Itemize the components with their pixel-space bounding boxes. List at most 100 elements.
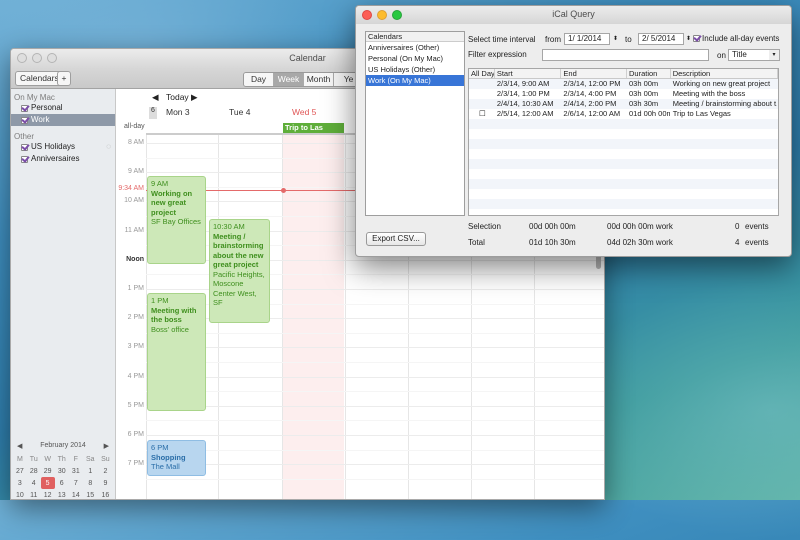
include-allday-checkbox[interactable] (693, 35, 700, 42)
checkbox-icon[interactable] (21, 155, 28, 163)
table-row[interactable] (469, 139, 778, 149)
mini-day[interactable]: 11 (27, 489, 41, 499)
mini-day[interactable]: 3 (13, 477, 27, 489)
mini-day[interactable]: 4 (27, 477, 41, 489)
day-header-mon[interactable]: Mon 3 (166, 107, 190, 119)
view-week-button[interactable]: Week (274, 73, 304, 86)
prev-week-button[interactable]: ◀ (152, 92, 159, 103)
column-header[interactable]: Description (671, 69, 778, 78)
mini-day[interactable]: 30 (55, 465, 69, 477)
close-button[interactable] (17, 53, 27, 63)
half-hour-line (146, 391, 604, 393)
event-working-new-project[interactable]: 9 AM Working on new great project SF Bay… (147, 176, 206, 264)
filter-input[interactable] (542, 49, 709, 61)
mini-day[interactable]: 15 (83, 489, 98, 499)
table-cell (561, 119, 627, 129)
column-header[interactable]: Duration (627, 69, 671, 78)
table-row[interactable] (469, 179, 778, 189)
list-item[interactable]: Anniversaires (Other) (366, 42, 464, 53)
today-button[interactable]: Today (166, 92, 189, 102)
hour-line (146, 376, 604, 378)
table-row[interactable]: 2/4/14, 10:30 AM 2/4/14, 2:00 PM 03h 30m Me… (469, 99, 778, 109)
zoom-button[interactable] (47, 53, 57, 63)
day-header-wed[interactable]: Wed 5 (292, 107, 316, 119)
mini-day[interactable]: 31 (69, 465, 83, 477)
calendar-sidebar: On My Mac Personal Work Other US Holiday… (11, 89, 116, 499)
mini-day[interactable]: 5 (40, 477, 55, 489)
list-item[interactable]: Work (On My Mac) (366, 75, 464, 86)
table-row[interactable] (469, 129, 778, 139)
event-shopping[interactable]: 6 PM Shopping The Mall (147, 440, 206, 476)
table-row[interactable]: 2/3/14, 9:00 AM 2/3/14, 12:00 PM 03h 00m Wo… (469, 79, 778, 89)
event-meeting-boss[interactable]: 1 PM Meeting with the boss Boss' office (147, 293, 206, 411)
chevron-left-icon[interactable]: ◀ (17, 442, 22, 453)
sidebar-item-personal[interactable]: Personal (11, 102, 115, 114)
sidebar-item-label: Work (31, 115, 50, 124)
mini-day[interactable]: 8 (83, 477, 98, 489)
table-row[interactable] (469, 149, 778, 159)
on-select[interactable]: Title ▾ (728, 49, 780, 61)
chevron-right-icon[interactable]: ▶ (104, 442, 109, 453)
mini-day[interactable]: 6 (55, 477, 69, 489)
table-cell (469, 119, 495, 129)
minimize-button[interactable] (32, 53, 42, 63)
sidebar-item-work[interactable]: Work (11, 114, 115, 126)
sidebar-item-us-holidays[interactable]: US Holidays ◌ (11, 141, 115, 153)
mini-day[interactable]: 27 (13, 465, 27, 477)
table-row[interactable] (469, 119, 778, 129)
close-button[interactable] (362, 10, 372, 20)
list-item[interactable]: US Holidays (Other) (366, 64, 464, 75)
view-month-button[interactable]: Month (304, 73, 334, 86)
mini-day[interactable]: 7 (69, 477, 83, 489)
event-location: The Mall (151, 462, 180, 471)
mini-day[interactable]: 16 (98, 489, 113, 499)
mini-calendar: ◀ February 2014 ▶ M Tu W Th F Sa Su 27 28 29 30 31 1 2… (13, 442, 113, 499)
mini-day[interactable]: 1 (83, 465, 98, 477)
mini-day[interactable]: 29 (41, 465, 55, 477)
checkbox-icon[interactable] (21, 143, 28, 151)
mini-day[interactable]: 28 (27, 465, 41, 477)
checkbox-icon[interactable] (21, 116, 28, 124)
export-csv-button[interactable]: Export CSV... (366, 232, 426, 246)
checkbox-icon[interactable] (21, 104, 28, 112)
from-date-field[interactable]: 1/ 1/2014 (564, 33, 610, 45)
column-header[interactable]: Start (495, 69, 562, 78)
summary-duration: 01d 10h 30m (529, 238, 576, 247)
mini-day[interactable]: 10 (13, 489, 27, 499)
to-date-field[interactable]: 2/ 5/2014 (638, 33, 684, 45)
table-row[interactable] (469, 189, 778, 199)
table-row[interactable] (469, 199, 778, 209)
day-header-tue[interactable]: Tue 4 (229, 107, 250, 119)
event-brainstorming[interactable]: 10:30 AM Meeting / brainstorming about t… (209, 219, 270, 323)
add-event-button[interactable]: + (57, 71, 71, 86)
mini-day[interactable]: 2 (98, 465, 113, 477)
next-week-button[interactable]: ▶ (191, 92, 198, 103)
mini-day[interactable]: 9 (98, 477, 113, 489)
table-cell: 03h 00m (628, 89, 659, 98)
window-controls (362, 10, 402, 20)
stepper-icon[interactable]: ⬍ (613, 35, 618, 42)
table-row[interactable]: ☐ 2/5/14, 12:00 AM 2/6/14, 12:00 AM 01d 00h… (469, 109, 778, 119)
sidebar-item-anniversaires[interactable]: Anniversaires (11, 153, 115, 165)
list-item[interactable]: Personal (On My Mac) (366, 53, 464, 64)
table-cell (561, 199, 627, 209)
event-title: Shopping (151, 452, 186, 462)
mini-day[interactable]: 13 (55, 489, 69, 499)
column-header[interactable]: End (561, 69, 627, 78)
stepper-icon[interactable]: ⬍ (686, 35, 691, 42)
table-row[interactable]: 2/3/14, 1:00 PM 2/3/14, 4:00 PM 03h 00m Mee… (469, 89, 778, 99)
column-header[interactable]: All Day (469, 69, 495, 78)
all-day-event[interactable]: Trip to Las Vegas (283, 123, 344, 142)
weekday-label: Tu (29, 455, 38, 463)
table-row[interactable] (469, 159, 778, 169)
table-cell (469, 89, 495, 99)
table-row[interactable] (469, 169, 778, 179)
zoom-button[interactable] (392, 10, 402, 20)
mini-day[interactable]: 14 (69, 489, 83, 499)
mini-day[interactable]: 12 (41, 489, 55, 499)
table-cell (561, 169, 627, 179)
table-cell (469, 99, 495, 109)
view-day-button[interactable]: Day (244, 73, 274, 86)
minimize-button[interactable] (377, 10, 387, 20)
table-cell (561, 159, 627, 169)
